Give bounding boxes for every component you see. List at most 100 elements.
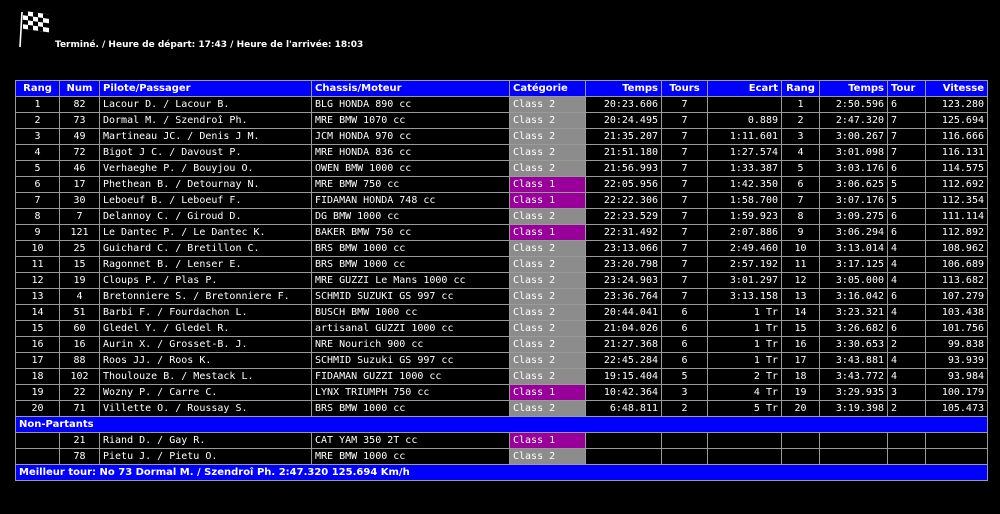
temps: 20:44.041 xyxy=(585,304,662,321)
tours: 6 xyxy=(661,304,708,321)
temps-best: 3:00.267 xyxy=(819,128,888,145)
table-row: 16 16 Aurin X. / Grosset-B. J. NRE Nourich … xyxy=(15,336,988,353)
best-lap-text: Meilleur tour: No 73 Dormal M. / Szendro… xyxy=(15,464,988,481)
pilote: Phethean B. / Detournay N. xyxy=(99,176,312,193)
rang: 6 xyxy=(15,176,60,193)
vitesse: 114.575 xyxy=(925,160,988,177)
chassis: BRS BMW 1000 cc xyxy=(311,240,510,257)
chassis: BLG HONDA 890 cc xyxy=(311,96,510,113)
rang: 9 xyxy=(15,224,60,241)
tour: 2 xyxy=(887,336,926,353)
categorie: Class 2 xyxy=(509,368,586,385)
rang: 4 xyxy=(15,144,60,161)
chassis: BAKER BMW 750 cc xyxy=(311,224,510,241)
temps-best: 2:50.596 xyxy=(819,96,888,113)
ecart: 1:42.350 xyxy=(707,176,782,193)
table-row: 15 60 Gledel Y. / Gledel R. artisanal GUZZI… xyxy=(15,320,988,337)
temps-best: 3:19.398 xyxy=(819,400,888,417)
rang-best: 11 xyxy=(781,256,820,273)
tour: 4 xyxy=(887,352,926,369)
categorie: Class 2 xyxy=(509,448,586,465)
pilote: Villette O. / Roussay S. xyxy=(99,400,312,417)
col-rang-best: Rang xyxy=(781,80,820,97)
vitesse: 93.939 xyxy=(925,352,988,369)
non-partants-header: Non-Partants xyxy=(15,416,988,433)
num: 21 xyxy=(59,432,100,449)
categorie: Class 2 xyxy=(509,128,586,145)
tour: 6 xyxy=(887,320,926,337)
rang-best: 12 xyxy=(781,272,820,289)
tour: 6 xyxy=(887,96,926,113)
temps: 23:36.764 xyxy=(585,288,662,305)
temps: 21:51.180 xyxy=(585,144,662,161)
tour: 4 xyxy=(887,304,926,321)
tours: 7 xyxy=(661,176,708,193)
temps: 21:56.993 xyxy=(585,160,662,177)
pilote: Guichard C. / Bretillon C. xyxy=(99,240,312,257)
pilote: Thoulouze B. / Mestack L. xyxy=(99,368,312,385)
categorie: Class 1 xyxy=(509,432,586,449)
temps: 22:31.492 xyxy=(585,224,662,241)
rang: 15 xyxy=(15,320,60,337)
table-row: 1 82 Lacour D. / Lacour B. BLG HONDA 890 cc… xyxy=(15,96,988,113)
categorie: Class 1 xyxy=(509,176,586,193)
temps: 22:22.306 xyxy=(585,192,662,209)
rang-best: 9 xyxy=(781,224,820,241)
ecart: 1:27.574 xyxy=(707,144,782,161)
pilote: Roos JJ. / Roos K. xyxy=(99,352,312,369)
chassis: SCHMID Suzuki GS 997 cc xyxy=(311,352,510,369)
tours: 7 xyxy=(661,96,708,113)
pilote: Cloups P. / Plas P. xyxy=(99,272,312,289)
num: 15 xyxy=(59,256,100,273)
categorie: Class 2 xyxy=(509,240,586,257)
vitesse: 112.892 xyxy=(925,224,988,241)
num: 49 xyxy=(59,128,100,145)
tours: 6 xyxy=(661,336,708,353)
tours: 7 xyxy=(661,240,708,257)
ecart xyxy=(707,96,782,113)
num: 78 xyxy=(59,448,100,465)
ecart: 2:57.192 xyxy=(707,256,782,273)
best-lap-row: Meilleur tour: No 73 Dormal M. / Szendro… xyxy=(15,464,988,481)
rang-best: 15 xyxy=(781,320,820,337)
ecart: 1 Tr xyxy=(707,352,782,369)
num: 72 xyxy=(59,144,100,161)
ecart: 1 Tr xyxy=(707,304,782,321)
temps: 20:24.495 xyxy=(585,112,662,129)
temps: 21:04.026 xyxy=(585,320,662,337)
tour: 6 xyxy=(887,288,926,305)
chassis: DG BMW 1000 cc xyxy=(311,208,510,225)
rang: 13 xyxy=(15,288,60,305)
tours: 7 xyxy=(661,144,708,161)
num: 71 xyxy=(59,400,100,417)
temps-best: 3:05.000 xyxy=(819,272,888,289)
temps-best: 3:30.653 xyxy=(819,336,888,353)
ecart: 2 Tr xyxy=(707,368,782,385)
ecart: 1:59.923 xyxy=(707,208,782,225)
tour: 5 xyxy=(887,192,926,209)
ecart: 3:13.158 xyxy=(707,288,782,305)
tour: 6 xyxy=(887,160,926,177)
categorie: Class 1 xyxy=(509,384,586,401)
pilote: Gledel Y. / Gledel R. xyxy=(99,320,312,337)
categorie: Class 2 xyxy=(509,256,586,273)
chassis: BRS BMW 1000 cc xyxy=(311,400,510,417)
categorie: Class 2 xyxy=(509,352,586,369)
rang: 10 xyxy=(15,240,60,257)
table-row: 13 4 Bretonniere S. / Bretonniere F. SCHMID… xyxy=(15,288,988,305)
rang-best: 3 xyxy=(781,128,820,145)
categorie: Class 2 xyxy=(509,112,586,129)
num: 22 xyxy=(59,384,100,401)
tours: 5 xyxy=(661,368,708,385)
table-row: 11 15 Ragonnet B. / Lenser E. BRS BMW 1000 … xyxy=(15,256,988,273)
temps-best: 3:16.042 xyxy=(819,288,888,305)
chassis: LYNX TRIUMPH 750 cc xyxy=(311,384,510,401)
categorie: Class 2 xyxy=(509,160,586,177)
tour: 6 xyxy=(887,208,926,225)
num: 4 xyxy=(59,288,100,305)
rang-best: 17 xyxy=(781,352,820,369)
table-row: 18 102 Thoulouze B. / Mestack L. FIDAMAN GU… xyxy=(15,368,988,385)
rang-best: 2 xyxy=(781,112,820,129)
pilote: Dormal M. / Szendroî Ph. xyxy=(99,112,312,129)
chassis: MRE BMW 1000 cc xyxy=(311,448,510,465)
